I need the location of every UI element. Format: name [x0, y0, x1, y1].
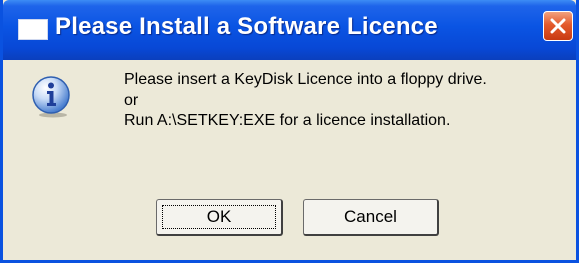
window-icon — [18, 19, 48, 40]
message-line-2: or — [124, 92, 139, 109]
message-line-3: Run A:\SETKEY:EXE for a licence installa… — [124, 112, 451, 129]
cancel-button-label: Cancel — [344, 207, 397, 226]
dialog-window: Please Install a Software Licence Please… — [0, 0, 579, 263]
message-line-1: Please insert a KeyDisk Licence into a f… — [124, 71, 487, 88]
focus-rect — [162, 205, 276, 229]
dialog-title: Please Install a Software Licence — [55, 13, 438, 40]
information-icon — [32, 76, 70, 118]
title-bar[interactable]: Please Install a Software Licence — [3, 0, 576, 60]
dialog-body: Please insert a KeyDisk Licence into a f… — [3, 60, 576, 260]
ok-button[interactable]: OK — [156, 199, 283, 236]
close-button[interactable] — [543, 11, 573, 41]
close-icon — [550, 18, 566, 34]
cancel-button[interactable]: Cancel — [303, 199, 439, 236]
